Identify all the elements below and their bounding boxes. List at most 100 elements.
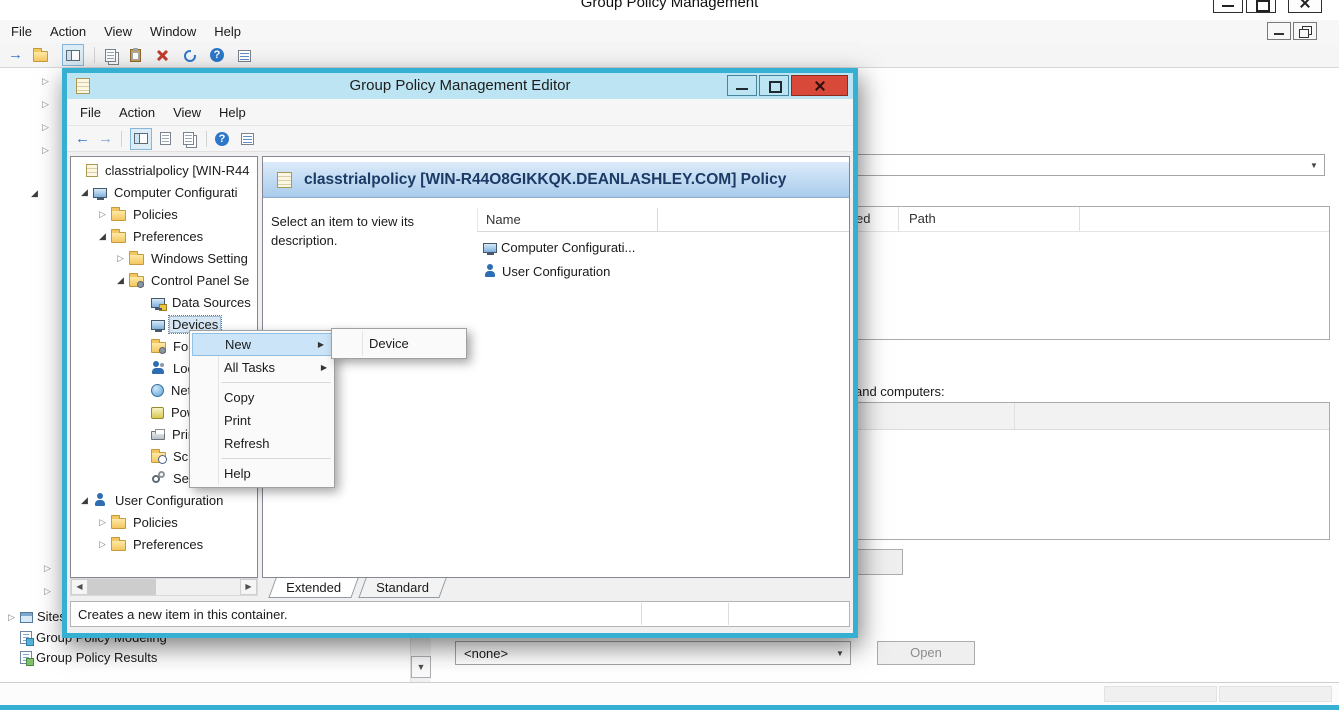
collapsed-expander-icon[interactable]: ▷ (44, 563, 51, 573)
tree-item-user-configuration[interactable]: ◢ User Configuration (71, 489, 257, 511)
delete-icon[interactable] (155, 48, 170, 62)
list-item-computer-configuration[interactable]: Computer Configurati... (483, 237, 635, 257)
view-list-header[interactable]: Name (477, 208, 849, 232)
export-list-icon[interactable] (160, 132, 171, 145)
context-menu-item-new[interactable]: New ▶ (192, 333, 332, 356)
collapsed-expander-icon[interactable]: ▷ (42, 122, 49, 132)
gpme-menu-help[interactable]: Help (210, 102, 255, 123)
expanded-expander-icon[interactable]: ◢ (31, 188, 38, 198)
gpme-close-button[interactable] (791, 75, 848, 96)
context-menu-item-print[interactable]: Print (190, 409, 334, 432)
scroll-left-icon[interactable]: ◀ (71, 579, 88, 595)
gpme-minimize-button[interactable] (727, 75, 757, 96)
tab-extended[interactable]: Extended (268, 578, 359, 598)
wmi-open-button[interactable]: Open (877, 641, 975, 665)
sites-icon (20, 611, 33, 623)
submenu-item-device[interactable]: Device (332, 332, 466, 355)
console-tree-icon[interactable] (130, 127, 152, 150)
chevron-down-icon[interactable]: ▼ (831, 643, 849, 663)
collapsed-expander-icon[interactable]: ▷ (117, 253, 129, 263)
copy-icon[interactable] (105, 48, 116, 62)
console-tree-icon[interactable] (62, 44, 84, 66)
expanded-expander-icon[interactable]: ◢ (99, 231, 111, 241)
chevron-down-icon[interactable]: ▼ (1305, 156, 1323, 174)
network-options-icon (151, 383, 164, 397)
context-menu-item-all-tasks[interactable]: All Tasks ▶ (190, 356, 334, 379)
back-icon[interactable]: ← (75, 130, 90, 147)
collapsed-expander-icon[interactable]: ▷ (44, 586, 51, 596)
mdi-restore-button[interactable] (1293, 22, 1317, 40)
gpme-titlebar[interactable]: Group Policy Management Editor (67, 73, 853, 99)
scrollbar-thumb[interactable] (88, 579, 156, 595)
column-divider[interactable] (657, 208, 658, 232)
gpm-menu-window[interactable]: Window (141, 21, 205, 42)
scroll-down-icon[interactable]: ▼ (411, 656, 431, 678)
gpm-menu-action[interactable]: Action (41, 21, 95, 42)
collapsed-expander-icon[interactable]: ▷ (42, 76, 49, 86)
forward-icon[interactable]: → (8, 47, 23, 63)
collapsed-expander-icon[interactable]: ▷ (99, 517, 111, 527)
column-divider[interactable] (1014, 403, 1015, 429)
expanded-expander-icon[interactable]: ◢ (117, 275, 129, 285)
services-icon (151, 471, 166, 485)
name-column-header[interactable]: Name (486, 212, 521, 227)
tree-item-computer-configuration[interactable]: ◢ Computer Configurati (71, 181, 257, 203)
modeling-icon (20, 631, 34, 646)
tree-item-data-sources[interactable]: Data Sources (71, 291, 257, 313)
mdi-minimize-button[interactable] (1267, 22, 1291, 40)
gpme-maximize-button[interactable] (759, 75, 789, 96)
expanded-expander-icon[interactable]: ◢ (81, 495, 93, 505)
links-column-path[interactable]: Path (909, 211, 936, 226)
help-icon[interactable] (210, 48, 224, 62)
control-panel-folder-icon (129, 272, 144, 288)
tree-item-user-policies[interactable]: ▷ Policies (71, 511, 257, 533)
column-divider[interactable] (898, 207, 899, 231)
gpme-menu-view[interactable]: View (164, 102, 210, 123)
refresh-icon[interactable] (184, 49, 196, 62)
results-icon (20, 651, 34, 666)
tree-item-label: Preferences (133, 228, 204, 244)
gpme-menu-action[interactable]: Action (110, 102, 164, 123)
tree-item-root-policy[interactable]: classtrialpolicy [WIN-R44 (71, 159, 257, 181)
gpm-menu-file[interactable]: File (2, 21, 41, 42)
collapsed-expander-icon[interactable]: ▷ (42, 145, 49, 155)
export-list-icon[interactable] (238, 49, 251, 62)
context-menu-item-copy[interactable]: Copy (190, 386, 334, 409)
tab-standard[interactable]: Standard (358, 578, 447, 598)
collapsed-expander-icon[interactable]: ▷ (99, 209, 111, 219)
nav-item-group-policy-results[interactable]: Group Policy Results (20, 648, 157, 667)
collapsed-expander-icon[interactable]: ▷ (8, 612, 20, 622)
context-menu-item-refresh[interactable]: Refresh (190, 432, 334, 455)
column-divider[interactable] (1079, 207, 1080, 231)
toolbar-separator (94, 47, 95, 63)
tree-item-control-panel-settings[interactable]: ◢ Control Panel Se (71, 269, 257, 291)
tree-item-user-preferences[interactable]: ▷ Preferences (71, 533, 257, 555)
gpm-maximize-button[interactable] (1246, 0, 1276, 13)
gpm-menu-help[interactable]: Help (205, 21, 250, 42)
wmi-filter-dropdown[interactable]: <none> ▼ (455, 641, 851, 665)
scroll-right-icon[interactable]: ▶ (240, 579, 257, 595)
gpm-minimize-button[interactable] (1213, 0, 1243, 13)
expanded-expander-icon[interactable]: ◢ (81, 187, 93, 197)
help-icon[interactable] (215, 131, 229, 146)
forward-icon[interactable]: → (98, 130, 113, 147)
tree-item-label: classtrialpolicy [WIN-R44 (105, 162, 250, 178)
tree-item-preferences[interactable]: ◢ Preferences (71, 225, 257, 247)
menu-separator (221, 458, 331, 459)
links-column-enforced[interactable]: ed (856, 211, 870, 226)
collapsed-expander-icon[interactable]: ▷ (99, 539, 111, 549)
gpm-menu-view[interactable]: View (95, 21, 141, 42)
tree-item-windows-settings[interactable]: ▷ Windows Setting (71, 247, 257, 269)
nav-item-sites[interactable]: ▷ Sites (8, 607, 66, 626)
list-item-user-configuration[interactable]: User Configuration (483, 261, 610, 281)
paste-icon[interactable] (130, 47, 141, 62)
tree-horizontal-scrollbar[interactable]: ◀ ▶ (70, 578, 258, 596)
up-folder-icon[interactable] (33, 47, 48, 62)
properties-icon[interactable] (183, 132, 194, 145)
gpme-menu-file[interactable]: File (71, 102, 110, 123)
list-view-icon[interactable] (241, 133, 254, 145)
collapsed-expander-icon[interactable]: ▷ (42, 99, 49, 109)
gpm-close-button[interactable] (1288, 0, 1322, 13)
context-menu-item-help[interactable]: Help (190, 462, 334, 485)
tree-item-policies[interactable]: ▷ Policies (71, 203, 257, 225)
